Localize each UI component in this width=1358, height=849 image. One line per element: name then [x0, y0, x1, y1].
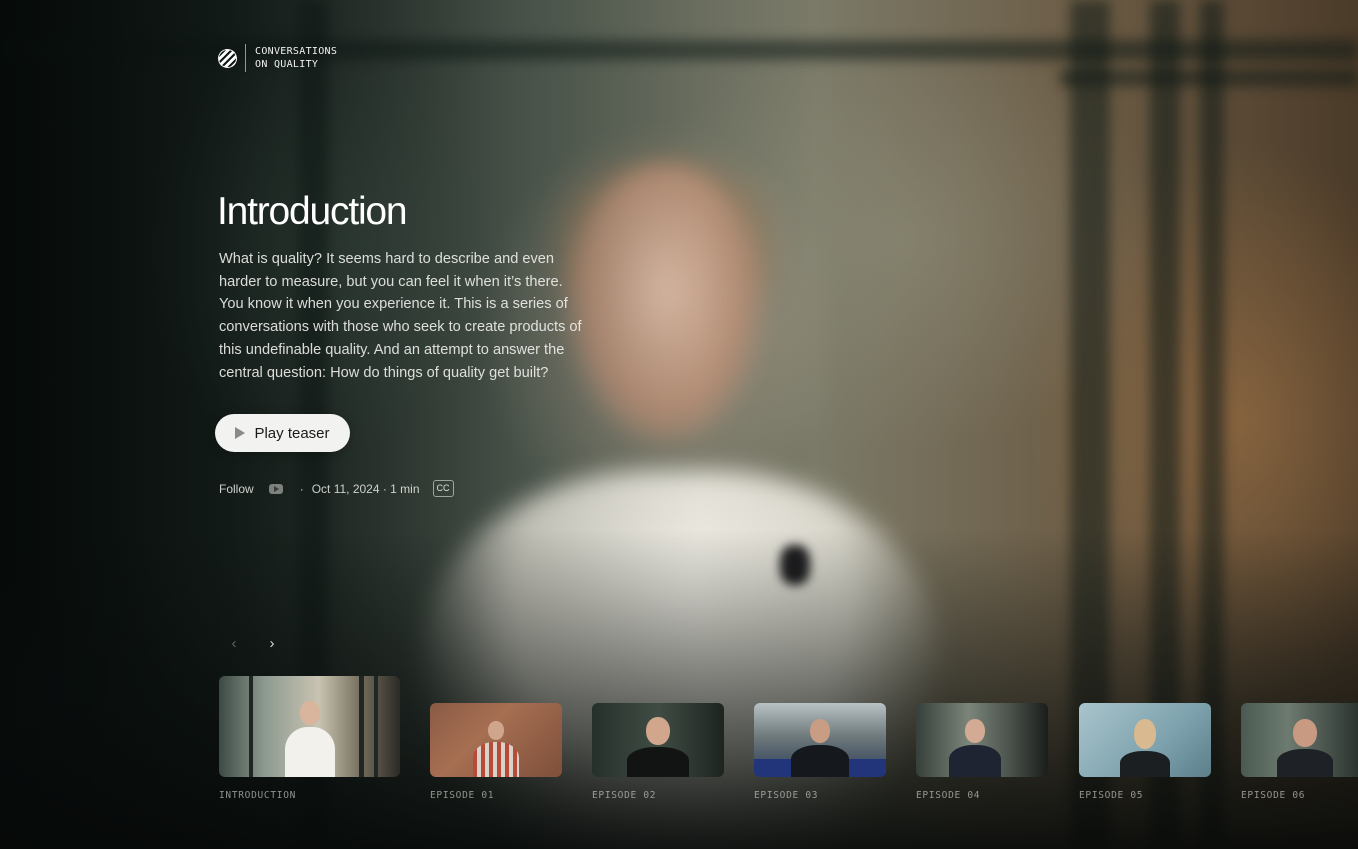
thumbnail-image: [592, 703, 724, 777]
brand-logo[interactable]: CONVERSATIONS ON QUALITY: [218, 44, 337, 72]
thumbnail-image: [1241, 703, 1358, 777]
brand-wordmark: CONVERSATIONS ON QUALITY: [255, 45, 337, 71]
play-teaser-label: Play teaser: [254, 424, 330, 442]
brand-line-1: CONVERSATIONS: [255, 46, 338, 57]
brand-logo-icon: [218, 48, 237, 68]
thumbnail-label: INTRODUCTION: [219, 790, 297, 801]
episode-meta: Follow · Oct 11, 2024 · 1 min CC: [219, 480, 454, 497]
episode-thumbnail-introduction[interactable]: INTRODUCTION: [219, 676, 400, 801]
thumbnail-label: EPISODE 04: [916, 790, 981, 801]
follow-link[interactable]: Follow: [219, 482, 254, 496]
page-title: Introduction: [217, 190, 408, 233]
background-frame-bar: [1060, 70, 1358, 86]
thumbnail-image: [219, 676, 400, 777]
closed-captions-badge[interactable]: CC: [432, 480, 454, 497]
thumbnail-image: [754, 703, 886, 777]
brand-line-2: ON QUALITY: [255, 59, 319, 70]
date-duration: Oct 11, 2024 · 1 min: [311, 481, 420, 496]
thumbnail-label: EPISODE 05: [1079, 790, 1144, 801]
meta-separator: ·: [299, 481, 304, 496]
episode-thumbnail-01[interactable]: EPISODE 01: [430, 703, 562, 801]
episode-thumbnail-03[interactable]: EPISODE 03: [754, 703, 886, 801]
thumbnail-label: EPISODE 01: [430, 790, 495, 801]
hero-description: What is quality? It seems hard to descri…: [219, 251, 582, 381]
play-teaser-button[interactable]: Play teaser: [215, 414, 350, 452]
episode-thumbnail-05[interactable]: EPISODE 05: [1079, 703, 1211, 801]
play-icon: [235, 427, 246, 439]
logo-divider: [245, 44, 246, 72]
chevron-right-icon: ›: [269, 634, 275, 652]
carousel-prev-button[interactable]: ‹: [221, 630, 247, 656]
video-hero-stage: CONVERSATIONS ON QUALITY Introduction Wh…: [0, 0, 1358, 849]
thumbnail-label: EPISODE 06: [1241, 790, 1306, 801]
chevron-left-icon: ‹: [231, 634, 237, 652]
episode-thumbnail-04[interactable]: EPISODE 04: [916, 703, 1048, 801]
thumbnail-label: EPISODE 02: [592, 790, 657, 801]
episode-thumbnail-02[interactable]: EPISODE 02: [592, 703, 724, 801]
bottom-shade-overlay: [0, 529, 1358, 849]
youtube-icon[interactable]: [268, 483, 283, 494]
carousel-next-button[interactable]: ›: [259, 630, 285, 656]
thumbnail-image: [430, 703, 562, 777]
thumbnail-image: [1079, 703, 1211, 777]
thumbnail-label: EPISODE 03: [754, 790, 819, 801]
thumbnail-image: [916, 703, 1048, 777]
episode-thumbnail-06[interactable]: EPISODE 06: [1241, 703, 1358, 801]
